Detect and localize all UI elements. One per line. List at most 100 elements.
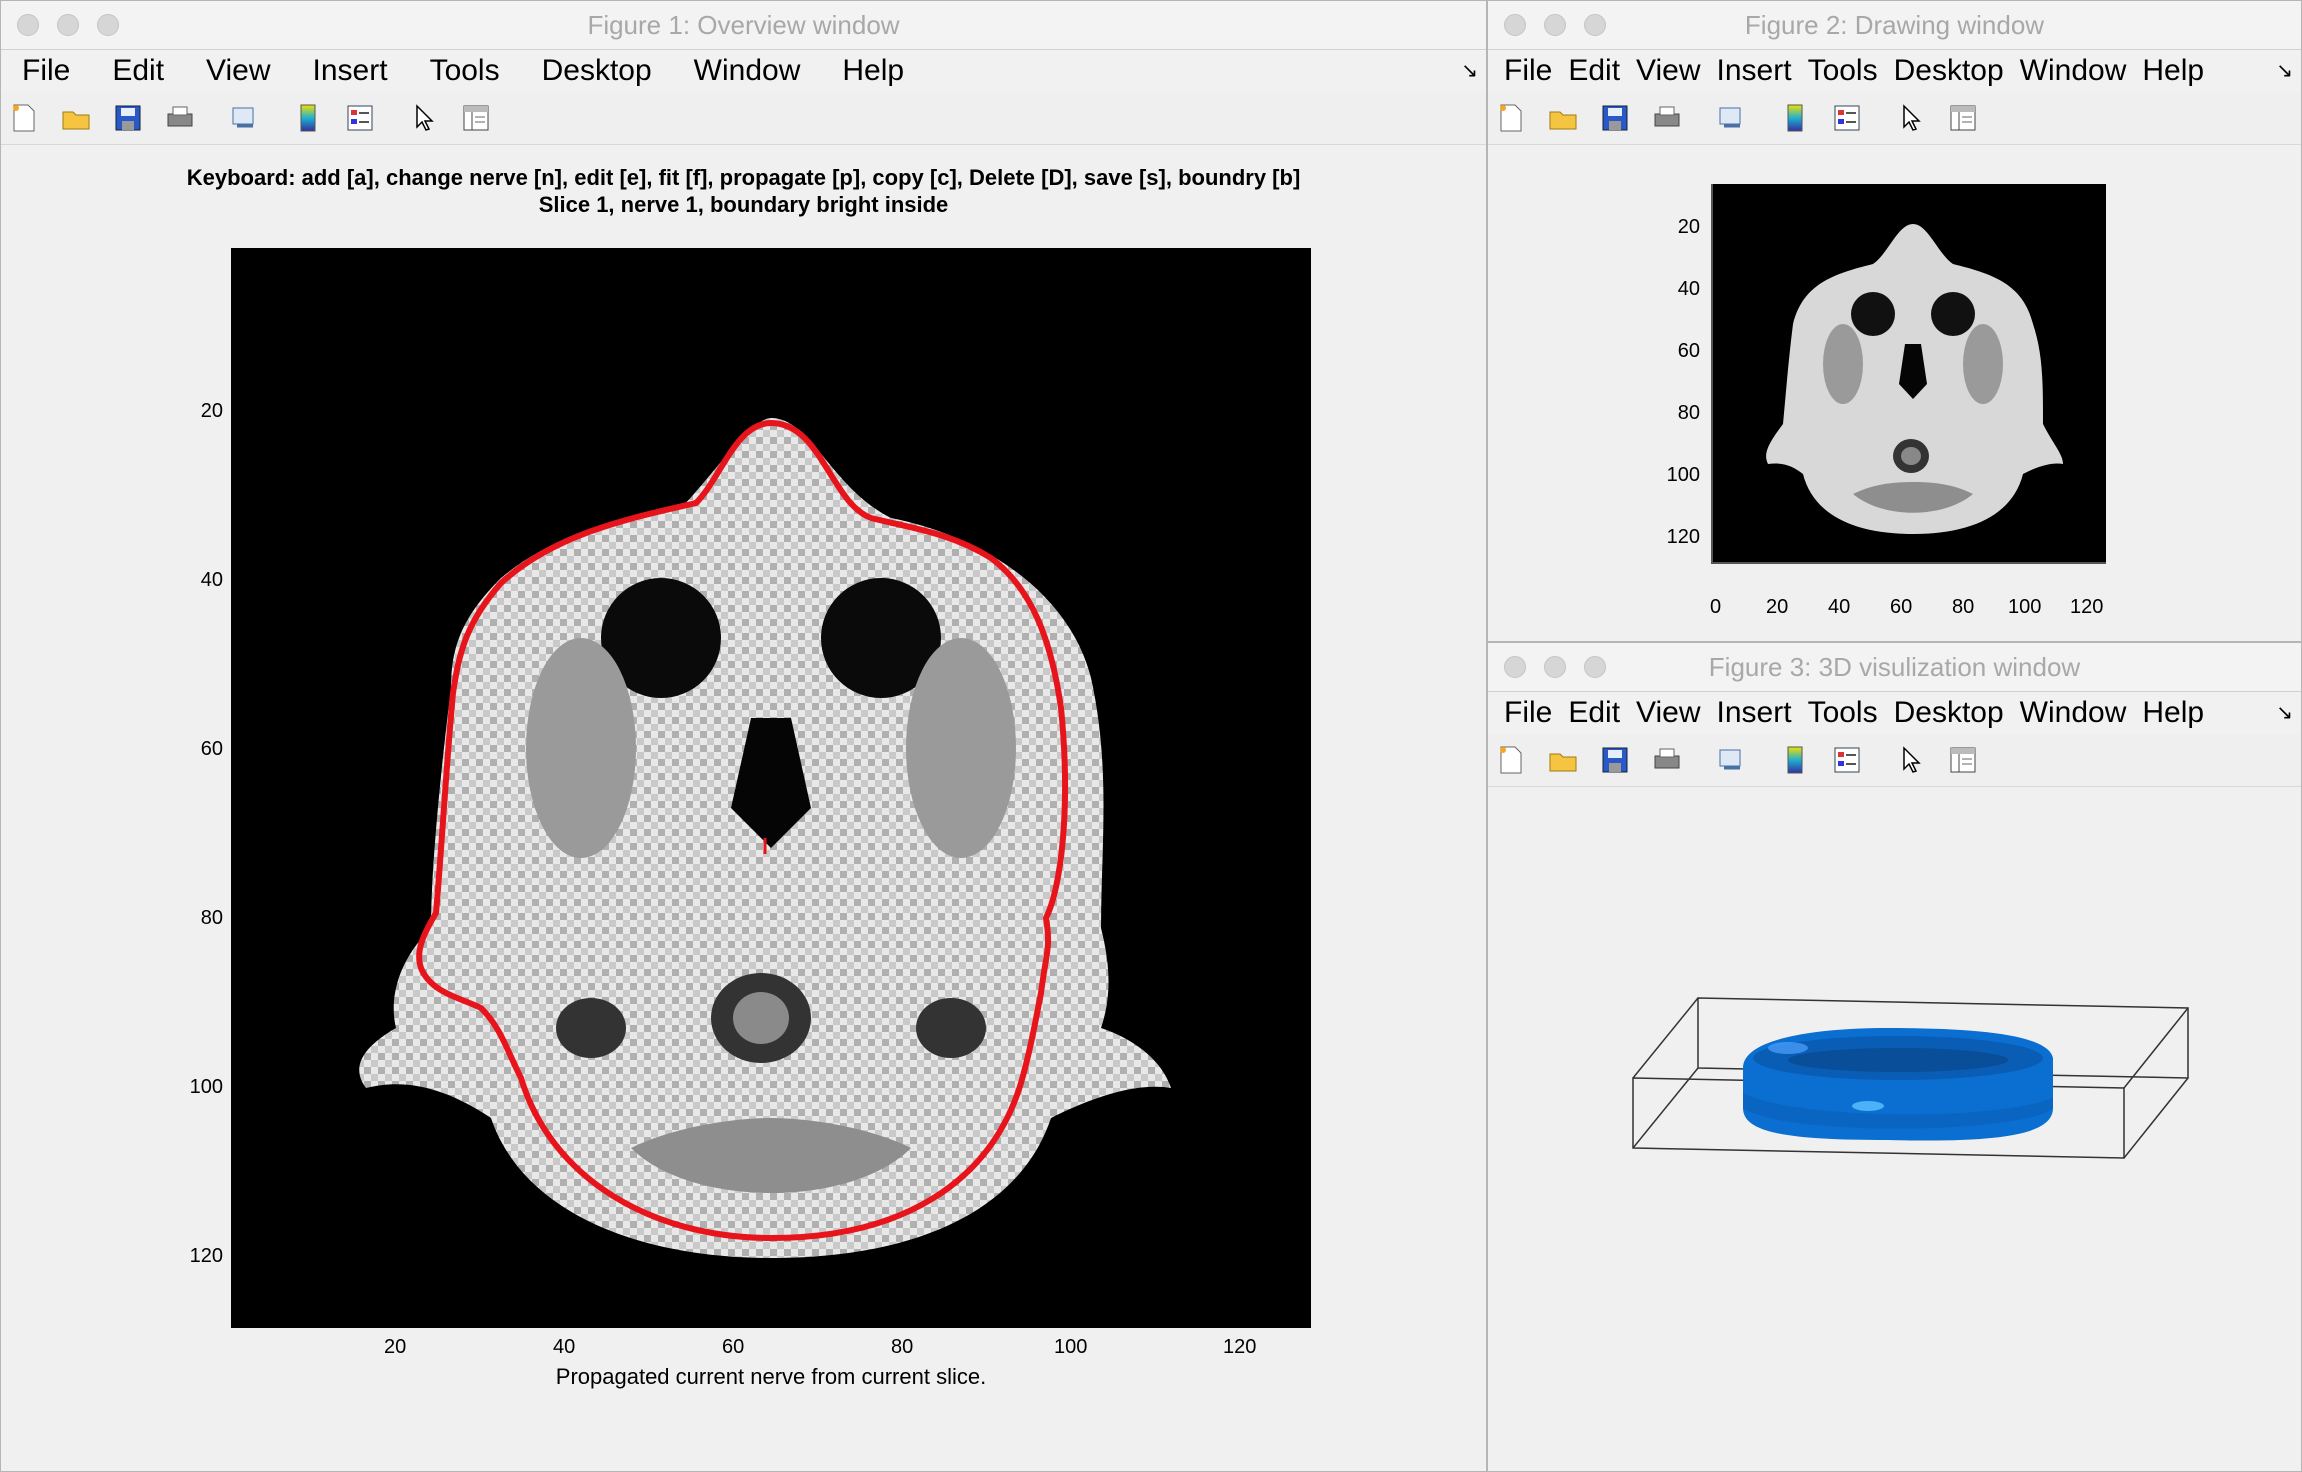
menu-window[interactable]: Window: [688, 50, 807, 92]
y-tick: 120: [189, 1245, 223, 1267]
y-tick: 40: [1677, 278, 1700, 300]
menu-view[interactable]: View: [1630, 50, 1706, 92]
menu-file[interactable]: File: [1498, 50, 1558, 92]
menu-tools[interactable]: Tools: [1802, 50, 1884, 92]
legend-icon[interactable]: [1830, 743, 1864, 777]
menu-help[interactable]: Help: [2136, 50, 2210, 92]
print-icon[interactable]: [1650, 743, 1684, 777]
pointer-icon[interactable]: [1894, 743, 1928, 777]
menu-bar: File Edit View Insert Tools Desktop Wind…: [1488, 50, 2301, 92]
mri-slice-image: [359, 418, 1171, 1258]
sinus-left: [1851, 292, 1895, 336]
menu-edit[interactable]: Edit: [1562, 692, 1626, 734]
menu-insert[interactable]: Insert: [1711, 50, 1798, 92]
y-tick: 80: [1677, 402, 1700, 424]
y-tick: 100: [189, 1076, 223, 1098]
dark-region-right: [916, 998, 986, 1058]
save-icon[interactable]: [111, 101, 145, 135]
save-icon[interactable]: [1598, 101, 1632, 135]
nerve-surface: [1743, 1028, 2053, 1141]
open-file-icon[interactable]: [1546, 101, 1580, 135]
x-tick: 80: [1952, 596, 1975, 618]
y-tick: 20: [1677, 216, 1700, 238]
spinal-cord: [1901, 447, 1921, 465]
pointer-icon[interactable]: [407, 101, 441, 135]
new-figure-icon[interactable]: [7, 101, 41, 135]
new-figure-icon[interactable]: [1494, 101, 1528, 135]
x-tick: 20: [1766, 596, 1789, 618]
open-file-icon[interactable]: [59, 101, 93, 135]
figure1-titlebar[interactable]: Figure 1: Overview window: [1, 1, 1486, 50]
spinal-cord: [733, 992, 789, 1044]
menu-window[interactable]: Window: [2014, 692, 2133, 734]
menu-insert[interactable]: Insert: [1711, 692, 1798, 734]
menu-tools[interactable]: Tools: [424, 50, 506, 92]
y-tick: 100: [1666, 464, 1700, 486]
menu-file[interactable]: File: [1498, 692, 1558, 734]
y-tick: 40: [200, 569, 223, 591]
colorbar-icon[interactable]: [1778, 101, 1812, 135]
figure1-canvas: Keyboard: add [a], change nerve [n], edi…: [1, 146, 1486, 1471]
dock-arrow-icon[interactable]: ↘: [2276, 700, 2293, 725]
drawing-axes[interactable]: [1711, 184, 2106, 564]
toolbar: [1488, 734, 2301, 787]
menu-desktop[interactable]: Desktop: [536, 50, 658, 92]
toolbar: [1, 92, 1486, 145]
colorbar-icon[interactable]: [1778, 743, 1812, 777]
property-editor-icon[interactable]: [459, 101, 493, 135]
overview-axes[interactable]: [231, 248, 1311, 1328]
save-icon[interactable]: [1598, 743, 1632, 777]
muscle-right: [906, 638, 1016, 858]
toolbar: [1488, 92, 2301, 145]
x-tick: 100: [2008, 596, 2042, 618]
menu-edit[interactable]: Edit: [106, 50, 170, 92]
x-axis-title: Propagated current nerve from current sl…: [555, 1364, 987, 1389]
menu-edit[interactable]: Edit: [1562, 50, 1626, 92]
x-tick: 40: [553, 1336, 576, 1358]
figure2-titlebar[interactable]: Figure 2: Drawing window: [1488, 1, 2301, 50]
muscle-right: [1963, 324, 2003, 404]
new-figure-icon[interactable]: [1494, 743, 1528, 777]
dark-region-left: [556, 998, 626, 1058]
link-icon[interactable]: [1714, 743, 1748, 777]
figure1-window: Figure 1: Overview window File Edit View…: [0, 0, 1487, 1472]
print-icon[interactable]: [1650, 101, 1684, 135]
menu-window[interactable]: Window: [2014, 50, 2133, 92]
x-tick: 120: [1223, 1336, 1257, 1358]
x-tick: 0: [1710, 596, 1722, 618]
y-tick: 60: [1677, 340, 1700, 362]
dock-arrow-icon[interactable]: ↘: [1461, 58, 1478, 83]
menu-view[interactable]: View: [200, 50, 276, 92]
menu-bar: File Edit View Insert Tools Desktop Wind…: [1, 50, 1486, 92]
sinus-right: [1931, 292, 1975, 336]
menu-desktop[interactable]: Desktop: [1888, 50, 2010, 92]
mri-thumbnail: [1766, 224, 2063, 534]
property-editor-icon[interactable]: [1946, 101, 1980, 135]
link-icon[interactable]: [1714, 101, 1748, 135]
pointer-icon[interactable]: [1894, 101, 1928, 135]
x-tick: 60: [1890, 596, 1913, 618]
link-icon[interactable]: [227, 101, 261, 135]
menu-insert[interactable]: Insert: [307, 50, 394, 92]
menu-view[interactable]: View: [1630, 692, 1706, 734]
x-tick: 100: [1054, 1336, 1088, 1358]
window-title: Figure 3: 3D visulization window: [1708, 652, 2081, 682]
open-file-icon[interactable]: [1546, 743, 1580, 777]
colorbar-icon[interactable]: [291, 101, 325, 135]
legend-icon[interactable]: [343, 101, 377, 135]
menu-tools[interactable]: Tools: [1802, 692, 1884, 734]
legend-icon[interactable]: [1830, 101, 1864, 135]
figure3-titlebar[interactable]: Figure 3: 3D visulization window: [1488, 643, 2301, 692]
dock-arrow-icon[interactable]: ↘: [2276, 58, 2293, 83]
muscle-left: [526, 638, 636, 858]
menu-bar: File Edit View Insert Tools Desktop Wind…: [1488, 692, 2301, 734]
property-editor-icon[interactable]: [1946, 743, 1980, 777]
menu-file[interactable]: File: [16, 50, 76, 92]
menu-help[interactable]: Help: [836, 50, 910, 92]
x-tick: 120: [2070, 596, 2104, 618]
y-tick: 120: [1666, 526, 1700, 548]
3d-axes[interactable]: [1488, 788, 2302, 1472]
menu-desktop[interactable]: Desktop: [1888, 692, 2010, 734]
menu-help[interactable]: Help: [2136, 692, 2210, 734]
print-icon[interactable]: [163, 101, 197, 135]
